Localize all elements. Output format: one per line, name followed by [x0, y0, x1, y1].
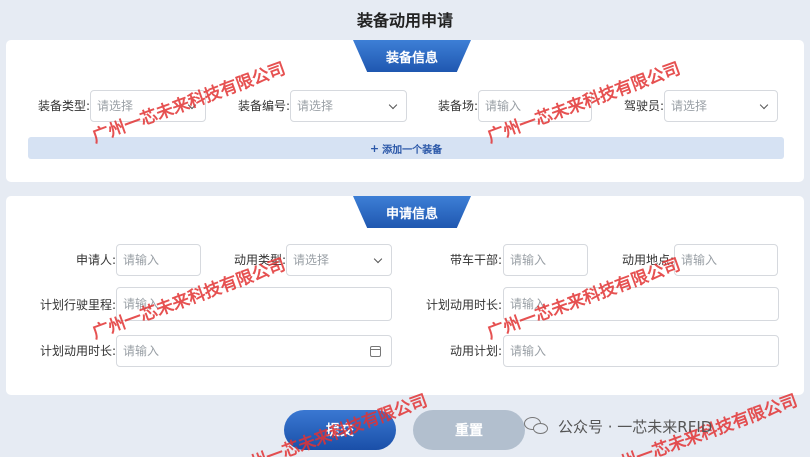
application-row-1: 申请人: 请输入 动用类型: 请选择 带车干部: 请输入 动用地点: 请输入 — [6, 244, 804, 276]
equipment-number-select[interactable]: 请选择 — [290, 90, 407, 122]
equipment-type-label: 装备类型: — [37, 99, 90, 113]
chevron-down-icon — [187, 100, 197, 110]
driver-select[interactable]: 请选择 — [664, 90, 778, 122]
application-row-2: 计划行驶里程: 请输入 计划动用时长: 请输入 — [6, 287, 804, 321]
applicant-placeholder: 请输入 — [123, 253, 160, 267]
wechat-credit: 公众号 · 一芯未来RFID — [524, 414, 712, 438]
planned-duration-label: 计划动用时长: — [425, 298, 502, 312]
usage-location-placeholder: 请输入 — [681, 253, 718, 267]
equipment-type-select[interactable]: 请选择 — [90, 90, 206, 122]
equipment-site-input[interactable]: 请输入 — [478, 90, 592, 122]
credit-text: 公众号 · 一芯未来RFID — [558, 417, 713, 436]
equipment-info-card: 装备信息 装备类型: 请选择 装备编号: 请选择 装备场: 请输入 驾驶员: 请… — [6, 40, 804, 182]
usage-type-label: 动用类型: — [233, 253, 286, 267]
add-equipment-label: 添加一个装备 — [382, 144, 443, 156]
escort-officer-label: 带车干部: — [449, 253, 502, 267]
usage-location-input[interactable]: 请输入 — [674, 244, 778, 276]
planned-duration-input[interactable]: 请输入 — [503, 287, 779, 321]
plus-icon: + — [369, 141, 380, 155]
planned-duration-date-placeholder: 请输入 — [123, 344, 160, 358]
planned-duration-date-label: 计划动用时长: — [39, 344, 116, 358]
chevron-down-icon — [759, 100, 769, 110]
wechat-icon — [524, 415, 550, 437]
page-title: 装备动用申请 — [356, 11, 453, 30]
usage-plan-label: 动用计划: — [449, 344, 502, 358]
applicant-label: 申请人: — [75, 253, 116, 267]
reset-button[interactable]: 重置 — [413, 410, 525, 450]
usage-plan-placeholder: 请输入 — [510, 344, 547, 358]
equipment-type-placeholder: 请选择 — [97, 99, 134, 113]
usage-location-label: 动用地点: — [621, 253, 674, 267]
planned-mileage-placeholder: 请输入 — [123, 297, 160, 311]
equipment-site-label: 装备场: — [437, 99, 478, 113]
planned-duration-date-picker[interactable]: 请输入 — [116, 335, 392, 367]
application-info-header: 申请信息 — [353, 196, 471, 228]
escort-officer-placeholder: 请输入 — [510, 253, 547, 267]
driver-placeholder: 请选择 — [671, 99, 708, 113]
application-info-card: 申请信息 申请人: 请输入 动用类型: 请选择 带车干部: 请输入 动用地点: … — [6, 196, 804, 395]
equipment-site-placeholder: 请输入 — [485, 99, 522, 113]
equipment-number-placeholder: 请选择 — [297, 99, 334, 113]
applicant-input[interactable]: 请输入 — [116, 244, 201, 276]
planned-mileage-input[interactable]: 请输入 — [116, 287, 392, 321]
usage-type-select[interactable]: 请选择 — [286, 244, 392, 276]
application-row-3: 计划动用时长: 请输入 动用计划: 请输入 — [6, 335, 804, 367]
usage-plan-input[interactable]: 请输入 — [503, 335, 779, 367]
submit-button[interactable]: 提交 — [284, 410, 396, 450]
calendar-icon[interactable] — [370, 346, 381, 357]
escort-officer-input[interactable]: 请输入 — [503, 244, 588, 276]
driver-label: 驾驶员: — [623, 99, 664, 113]
planned-duration-placeholder: 请输入 — [510, 297, 547, 311]
usage-type-placeholder: 请选择 — [293, 253, 330, 267]
equipment-info-header: 装备信息 — [353, 40, 471, 72]
add-equipment-button[interactable]: + 添加一个装备 — [28, 137, 784, 159]
planned-mileage-label: 计划行驶里程: — [39, 298, 116, 312]
equipment-row: 装备类型: 请选择 装备编号: 请选择 装备场: 请输入 驾驶员: 请选择 — [6, 90, 804, 122]
chevron-down-icon — [373, 254, 383, 264]
chevron-down-icon — [388, 100, 398, 110]
equipment-number-label: 装备编号: — [237, 99, 290, 113]
